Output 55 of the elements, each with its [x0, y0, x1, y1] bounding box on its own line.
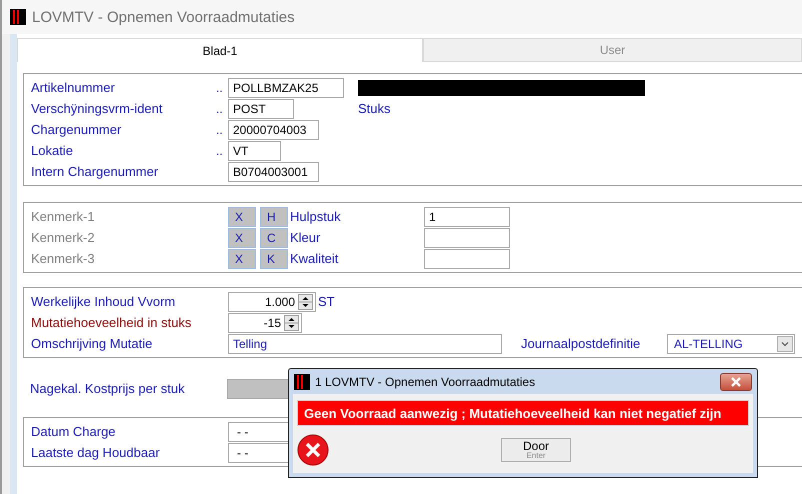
code-field[interactable]: X — [228, 206, 256, 226]
door-button[interactable]: Door Enter — [501, 438, 571, 462]
text-field[interactable]: VT — [228, 140, 281, 160]
close-icon — [730, 376, 742, 386]
field-label: Kwaliteit — [290, 251, 340, 266]
lookup-marker: .. — [216, 80, 223, 94]
lookup-marker: .. — [216, 144, 223, 158]
text-field[interactable] — [424, 248, 510, 268]
text-field[interactable]: POLLBMZAK25 — [228, 78, 344, 98]
field-label: Kenmerk-2 — [31, 230, 96, 245]
text-field[interactable]: 1 — [424, 206, 510, 226]
field-label: Werkelijke Inhoud Vvorm — [31, 294, 176, 309]
dialog-title: 1 LOVMTV - Opnemen Voorraadmutaties — [315, 374, 536, 388]
app-icon — [10, 9, 26, 25]
field-label: Kenmerk-1 — [31, 209, 96, 224]
number-field[interactable]: -15 — [228, 312, 302, 332]
code-field[interactable]: H — [260, 206, 288, 226]
lookup-marker: .. — [216, 122, 223, 136]
field-label: Lokatie — [31, 143, 74, 158]
tab[interactable]: Blad-1 — [17, 38, 423, 62]
window-title: LOVMTV - Opnemen Voorraadmutaties — [32, 8, 295, 26]
code-field[interactable]: X — [228, 248, 256, 268]
text-field[interactable]: Telling — [228, 334, 502, 354]
app-icon — [294, 374, 310, 390]
field-label: Laatste dag Houdbaar — [31, 445, 161, 460]
text-field[interactable]: B0704003001 — [228, 162, 319, 182]
field-label: Omschrijving Mutatie — [31, 336, 154, 351]
number-field[interactable]: 1.000 — [228, 292, 316, 312]
field-label: Nagekal. Kostprijs per stuk — [30, 381, 186, 396]
spinner-icon[interactable] — [298, 294, 313, 310]
dropdown[interactable]: AL-TELLING — [667, 334, 795, 354]
field-label: Mutatiehoeveelheid in stuks — [31, 315, 192, 330]
field-label: Intern Chargenummer — [31, 164, 160, 179]
field-label: Kleur — [290, 230, 322, 245]
text-field[interactable] — [424, 228, 510, 248]
unit-label: Stuks — [358, 101, 391, 116]
code-field[interactable]: C — [260, 228, 288, 248]
code-field[interactable]: K — [260, 248, 288, 268]
field-label: Journaalpostdefinitie — [521, 336, 642, 351]
field-label: Verschÿningsvrm-ident — [31, 101, 164, 116]
code-field[interactable]: X — [228, 228, 256, 248]
unit-label: ST — [318, 294, 335, 309]
field-label: Artikelnummer — [31, 80, 116, 95]
field-label: Chargenummer — [31, 122, 122, 137]
error-message: Geen Voorraad aanwezig ; Mutatiehoeveelheid kan niet negatief zijn — [297, 400, 749, 426]
field-label: Kenmerk-3 — [31, 251, 96, 266]
lookup-marker: .. — [216, 102, 223, 116]
error-icon — [297, 434, 329, 466]
spinner-icon[interactable] — [284, 314, 299, 330]
close-button[interactable] — [720, 372, 752, 390]
text-field[interactable]: 20000704003 — [228, 120, 319, 140]
text-field[interactable]: POST — [228, 98, 294, 118]
field-label: Datum Charge — [31, 424, 117, 439]
field-label: Hulpstuk — [290, 209, 342, 224]
dropdown-caret-icon — [777, 336, 793, 352]
